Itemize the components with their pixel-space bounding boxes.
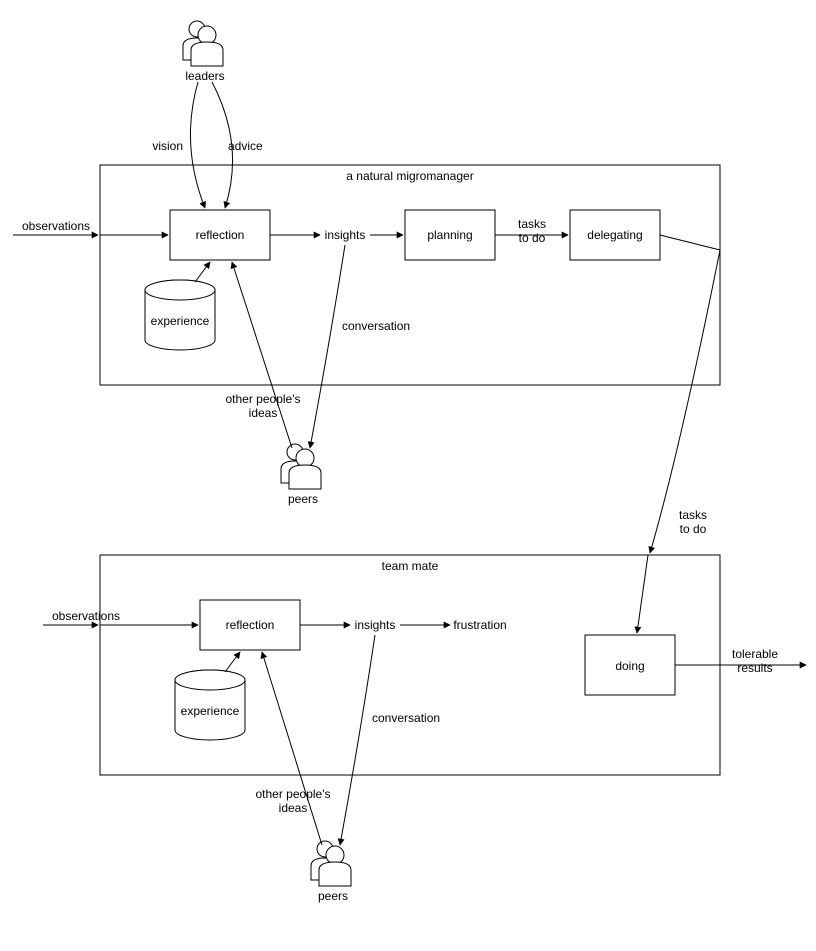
- container-top-title: a natural migromanager: [346, 169, 473, 183]
- delegating-label: delegating: [587, 228, 642, 242]
- edge-conversation-label-2: conversation: [372, 711, 440, 725]
- leaders-label: leaders: [185, 69, 224, 83]
- edge-tasks1-l1: tasks: [518, 217, 546, 231]
- frustration-label: frustration: [453, 618, 506, 632]
- edge-ideas2-l2: ideas: [279, 801, 308, 815]
- reflection-label-1: reflection: [196, 228, 245, 242]
- edge-vision-label: vision: [152, 139, 183, 153]
- edge-observations-label-2: observations: [52, 609, 120, 623]
- edge-ideas2-l1: other people's: [255, 787, 330, 801]
- experience-label-2: experience: [181, 704, 240, 718]
- container-teammate: team mate reflection insights frustratio…: [100, 555, 720, 775]
- edge-ideas1-l2: ideas: [249, 406, 278, 420]
- container-micromanager: a natural migromanager reflection insigh…: [100, 165, 720, 385]
- edge-tasks2-l2: to do: [680, 522, 707, 536]
- edge-conversation-label-1: conversation: [342, 319, 410, 333]
- peers-label-2: peers: [318, 889, 348, 903]
- edge-tolerable-l2: results: [737, 661, 772, 675]
- edge-advice-label: advice: [228, 139, 263, 153]
- edge-tasks2-l1: tasks: [679, 508, 707, 522]
- leaders-actor: leaders: [183, 21, 225, 83]
- edge-tasks1-l2: to do: [519, 231, 546, 245]
- edge-observations-label-1: observations: [22, 219, 90, 233]
- insights-label-1: insights: [325, 228, 366, 242]
- container-bottom-title: team mate: [382, 559, 439, 573]
- edge-ideas1-l1: other people's: [225, 392, 300, 406]
- diagram-canvas: a natural migromanager reflection insigh…: [0, 0, 816, 951]
- peers-label-1: peers: [288, 492, 318, 506]
- planning-label: planning: [427, 228, 472, 242]
- experience-label-1: experience: [151, 314, 210, 328]
- peers-actor-1: peers: [281, 444, 321, 506]
- experience-cylinder-2: experience: [175, 670, 245, 740]
- insights-label-2: insights: [355, 618, 396, 632]
- doing-label: doing: [615, 659, 644, 673]
- edge-tolerable-l1: tolerable: [732, 647, 778, 661]
- reflection-label-2: reflection: [226, 618, 275, 632]
- peers-actor-2: peers: [311, 841, 351, 903]
- experience-cylinder-1: experience: [145, 280, 215, 350]
